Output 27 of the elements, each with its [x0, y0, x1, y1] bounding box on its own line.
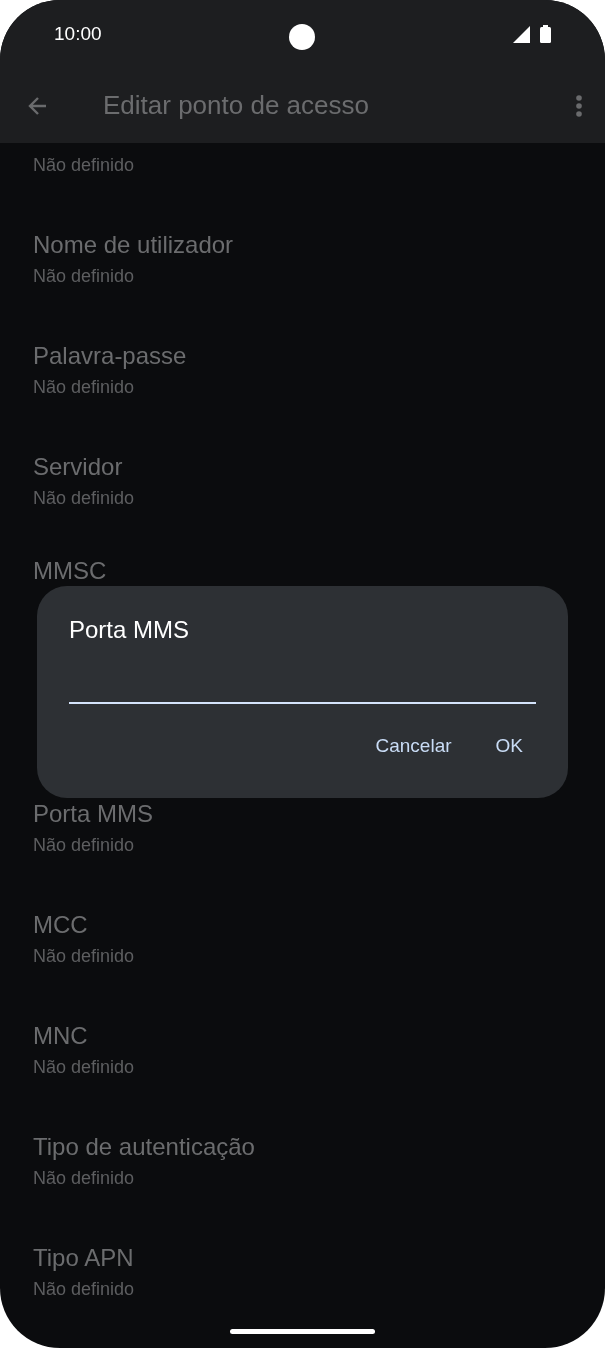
setting-title[interactable]: MNC [33, 1020, 572, 1051]
setting-value: Não definido [33, 1277, 136, 1301]
confirm-button[interactable]: OK [495, 726, 523, 767]
setting-value: Não definido [33, 833, 136, 857]
signal-icon [513, 25, 530, 43]
setting-title[interactable]: Palavra-passe [33, 340, 572, 371]
setting-value: Não definido [33, 154, 136, 177]
cancel-button[interactable]: Cancelar [375, 726, 452, 767]
setting-title[interactable]: Porta MMS [33, 798, 572, 829]
dialog-title: Porta MMS [69, 615, 191, 645]
setting-value: Não definido [33, 375, 136, 399]
setting-title[interactable]: Servidor [33, 451, 572, 482]
setting-value: Não definido [33, 264, 136, 288]
setting-title[interactable]: MMSC [33, 556, 572, 586]
screen-title: Editar ponto de acesso [103, 89, 369, 122]
setting-value: Não definido [33, 486, 136, 510]
setting-title[interactable]: Nome de utilizador [33, 229, 572, 260]
setting-title[interactable]: Tipo APN [33, 1242, 572, 1273]
setting-value: Não definido [33, 944, 136, 968]
battery-icon [540, 25, 551, 43]
status-time: 10:00 [54, 21, 102, 46]
setting-title[interactable]: MCC [33, 909, 572, 940]
more-options-icon[interactable] [575, 93, 583, 118]
setting-value: Não definido [33, 1166, 136, 1190]
camera-cutout [289, 24, 315, 50]
setting-title[interactable]: Tipo de autenticação [33, 1131, 572, 1162]
setting-value: Não definido [33, 1055, 136, 1079]
